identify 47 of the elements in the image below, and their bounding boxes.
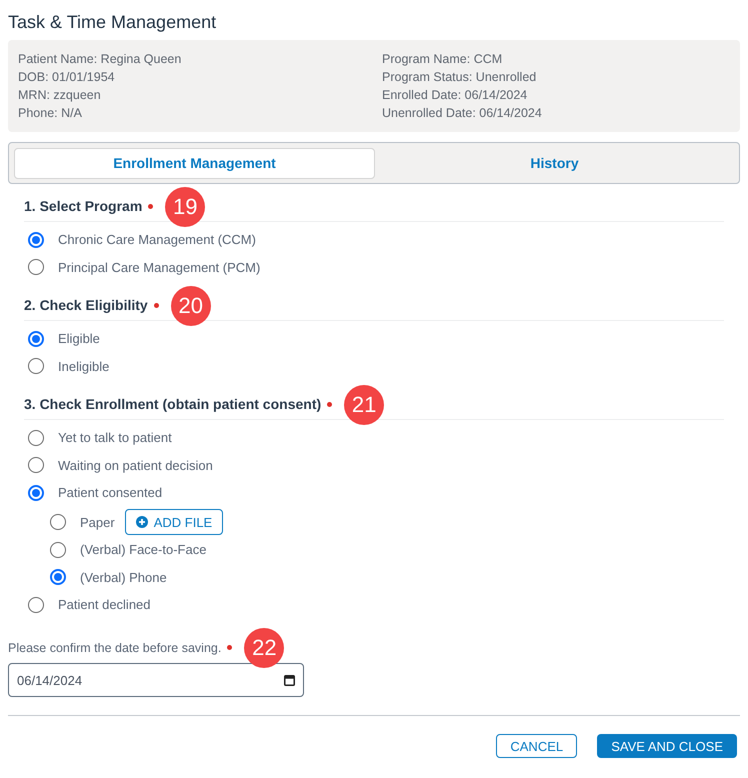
radio-button[interactable] bbox=[28, 232, 44, 248]
option-label: Patient consented bbox=[58, 484, 162, 502]
plus-circle-icon bbox=[136, 516, 148, 528]
radio-button[interactable] bbox=[50, 542, 66, 558]
date-label: Please confirm the date before saving. bbox=[8, 640, 222, 657]
section-heading: 2. Check Eligibility bbox=[24, 296, 148, 315]
tab[interactable]: History bbox=[375, 148, 734, 178]
radio-button[interactable] bbox=[28, 330, 44, 347]
option-label: (Verbal) Phone bbox=[80, 568, 167, 587]
patient-info-text: Program Name: CCM bbox=[382, 51, 504, 68]
radio-button[interactable] bbox=[28, 457, 44, 474]
radio-button[interactable] bbox=[28, 259, 44, 276]
patient-info-text: MRN: zzqueen bbox=[18, 87, 102, 104]
patient-info-text: Program Status: Unenrolled bbox=[382, 69, 538, 86]
option-label: Chronic Care Management (CCM) bbox=[58, 231, 256, 249]
option-label: Ineligible bbox=[58, 358, 110, 376]
patient-info-text: Patient Name: Regina Queen bbox=[18, 51, 182, 68]
cancel-button[interactable]: CANCEL bbox=[496, 734, 578, 758]
radio-button[interactable] bbox=[28, 430, 44, 446]
option-label: Waiting on patient decision bbox=[58, 456, 213, 475]
add-file-button[interactable]: ADD FILE bbox=[124, 509, 224, 536]
patient-info-text: Enrolled Date: 06/14/2024 bbox=[382, 87, 528, 104]
calendar-icon bbox=[284, 674, 295, 686]
save-button[interactable]: SAVE AND CLOSE bbox=[597, 734, 737, 758]
radio-button[interactable] bbox=[28, 484, 44, 501]
date-field[interactable]: 06/14/2024 bbox=[8, 663, 304, 698]
marker-badge: 20 bbox=[170, 286, 211, 326]
option-label: Yet to talk to patient bbox=[58, 429, 172, 447]
tab[interactable]: Enrollment Management bbox=[14, 148, 375, 178]
section-heading: 3. Check Enrollment (obtain patient consent) bbox=[24, 395, 322, 414]
option-label: Principal Care Management (PCM) bbox=[58, 258, 260, 277]
patient-info-text: Unenrolled Date: 06/14/2024 bbox=[382, 105, 543, 122]
option-label: (Verbal) Face-to-Face bbox=[80, 541, 206, 559]
marker-badge: 21 bbox=[344, 384, 384, 424]
dialog-title: Task & Time Management bbox=[8, 11, 218, 34]
patient-info-text: Phone: N/A bbox=[18, 105, 83, 122]
radio-button[interactable] bbox=[50, 569, 66, 586]
option-label: Paper bbox=[80, 514, 115, 532]
marker-badge: 19 bbox=[165, 186, 206, 226]
radio-button[interactable] bbox=[50, 514, 66, 530]
option-label: Patient declined bbox=[58, 596, 151, 614]
marker-badge: 22 bbox=[244, 628, 284, 668]
option-label: Eligible bbox=[58, 330, 100, 348]
patient-info-text: DOB: 01/01/1954 bbox=[18, 69, 116, 86]
section-heading: 1. Select Program bbox=[24, 197, 142, 216]
radio-button[interactable] bbox=[28, 358, 44, 374]
radio-button[interactable] bbox=[28, 596, 44, 613]
